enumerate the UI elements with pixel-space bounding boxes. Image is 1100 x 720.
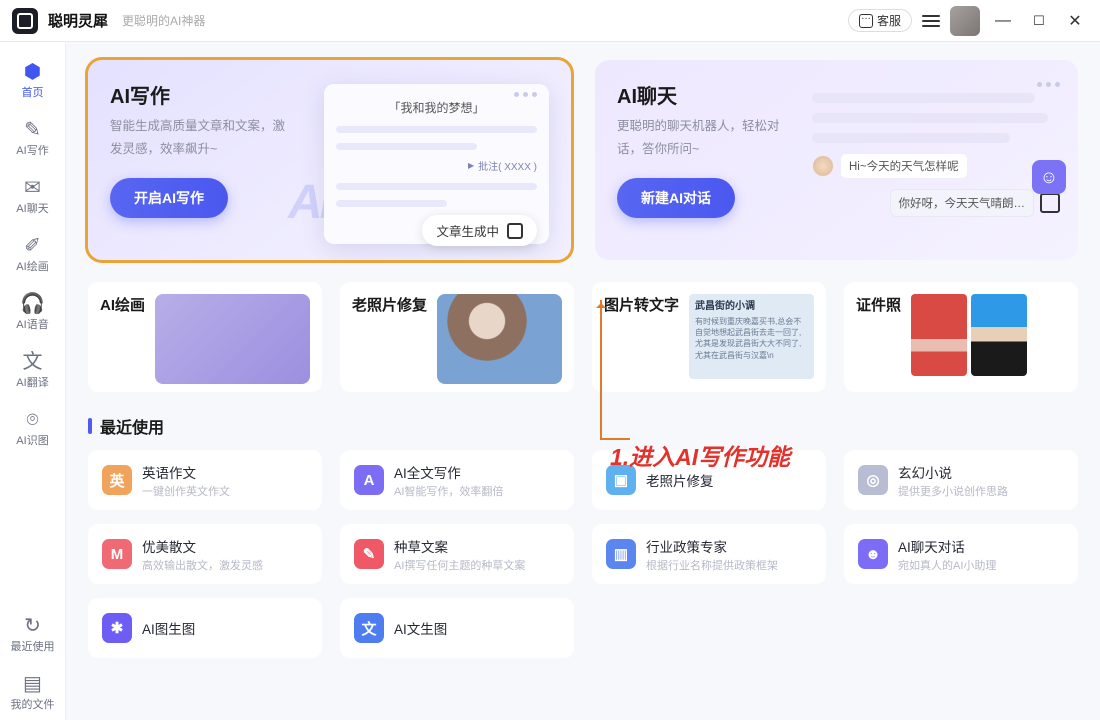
chat-bubble-ai: 你好呀，今天天气晴朗… [890, 189, 1061, 217]
ocr-thumb: 武昌街的小调有时候到重庆晚嘉买书,总会不自觉地想起武昌街去走一回了,尤其是发现武… [689, 294, 814, 379]
recent-header: 最近使用 [88, 414, 1078, 438]
recent-icon: ✱ [102, 613, 132, 643]
recent-card[interactable]: ▥ 行业政策专家 根据行业名称提供政策框架 [592, 524, 826, 584]
recent-icon: A [354, 465, 384, 495]
feather-icon: ✎ [24, 120, 41, 140]
card-ai-write[interactable]: AI写作 智能生成高质量文章和文案，激发灵感，效率飙升~ 开启AI写作 AI 「… [88, 60, 571, 260]
sidebar-item-home[interactable]: ⬢首页 [3, 54, 63, 108]
recent-title: AI图生图 [142, 618, 195, 638]
sidebar-item-voice[interactable]: 🎧AI语音 [3, 286, 63, 340]
annotation-label: 1.进入AI写作功能 [610, 438, 790, 472]
recent-icon: ▥ [606, 539, 636, 569]
recent-icon: ◎ [858, 465, 888, 495]
recent-sub: 一键创作英文作文 [142, 483, 230, 499]
sidebar-item-translate[interactable]: 文AI翻译 [3, 344, 63, 398]
sidebar-item-chat[interactable]: ✉AI聊天 [3, 170, 63, 224]
folder-icon: ▤ [23, 674, 42, 694]
recent-title: AI文生图 [394, 618, 447, 638]
recent-icon: M [102, 539, 132, 569]
scan-icon: ⌾ [27, 410, 39, 430]
recent-title: 英语作文 [142, 462, 230, 482]
recent-card[interactable]: ◎ 玄幻小说 提供更多小说创作思路 [844, 450, 1078, 510]
home-icon: ⬢ [24, 62, 41, 82]
recent-sub: 高效输出散文，激发灵感 [142, 557, 263, 573]
chat-desc: 更聪明的聊天机器人，轻松对话，答你所问~ [617, 115, 802, 160]
new-chat-button[interactable]: 新建AI对话 [617, 178, 735, 218]
recent-sub: 宛如真人的AI小助理 [898, 557, 996, 573]
app-logo [12, 8, 38, 34]
menu-button[interactable] [922, 11, 940, 31]
recent-sub: 提供更多小说创作思路 [898, 483, 1008, 499]
recent-card[interactable]: ☻ AI聊天对话 宛如真人的AI小助理 [844, 524, 1078, 584]
recent-card[interactable]: ✱ AI图生图 [88, 598, 322, 658]
chat-icon [859, 14, 873, 28]
start-write-button[interactable]: 开启AI写作 [110, 178, 228, 218]
sidebar-item-recent[interactable]: ↻最近使用 [3, 608, 63, 662]
recent-card[interactable]: 英 英语作文 一键创作英文作文 [88, 450, 322, 510]
id-thumb [911, 294, 1027, 384]
tile-id-photo[interactable]: 证件照 [844, 282, 1078, 392]
recent-title: 玄幻小说 [898, 462, 1008, 482]
recent-card[interactable]: ✎ 种草文案 AI撰写任何主题的种草文案 [340, 524, 574, 584]
sidebar-item-draw[interactable]: ✐AI绘画 [3, 228, 63, 282]
close-button[interactable]: ✕ [1062, 11, 1088, 31]
smile-icon [1032, 160, 1066, 194]
recent-card[interactable]: M 优美散文 高效输出散文，激发灵感 [88, 524, 322, 584]
recent-title: 老照片修复 [646, 470, 714, 490]
cs-label: 客服 [877, 12, 901, 29]
history-icon: ↻ [24, 616, 41, 636]
translate-icon: 文 [23, 352, 43, 372]
annotation-arrow [600, 300, 602, 440]
chat-icon: ✉ [24, 178, 41, 198]
draw-thumb [155, 294, 310, 384]
recent-title: AI全文写作 [394, 462, 503, 482]
sidebar-item-write[interactable]: ✎AI写作 [3, 112, 63, 166]
logo-mini-icon [1040, 193, 1060, 213]
tile-photo-restore[interactable]: 老照片修复 [340, 282, 574, 392]
avatar[interactable] [950, 6, 980, 36]
recent-sub: AI撰写任何主题的种草文案 [394, 557, 525, 573]
recent-card[interactable]: A AI全文写作 AI智能写作，效率翻倍 [340, 450, 574, 510]
sidebar-item-ocr[interactable]: ⌾AI识图 [3, 402, 63, 456]
chat-bubble-user: Hi~今天的天气怎样呢 [812, 153, 1060, 179]
photo-thumb [437, 294, 562, 384]
recent-sub: AI智能写作，效率翻倍 [394, 483, 503, 499]
app-tagline: 更聪明的AI神器 [122, 12, 205, 29]
recent-sub: 根据行业名称提供政策框架 [646, 557, 778, 573]
titlebar: 聪明灵犀 更聪明的AI神器 客服 — ☐ ✕ [0, 0, 1100, 42]
sidebar-item-files[interactable]: ▤我的文件 [3, 666, 63, 720]
app-name: 聪明灵犀 [48, 10, 108, 31]
write-desc: 智能生成高质量文章和文案，激发灵感，效率飙升~ [110, 115, 295, 160]
preview-title: 「我和我的梦想」 [336, 99, 537, 116]
tile-ai-draw[interactable]: AI绘画 [88, 282, 322, 392]
generating-pill: 文章生成中 [422, 215, 537, 246]
preview-note: 批注( XXXX ) [336, 158, 537, 173]
recent-title: 种草文案 [394, 536, 525, 556]
headphone-icon: 🎧 [20, 294, 45, 314]
brush-icon: ✐ [24, 236, 41, 256]
recent-icon: 文 [354, 613, 384, 643]
recent-title: AI聊天对话 [898, 536, 996, 556]
maximize-button[interactable]: ☐ [1026, 13, 1052, 29]
recent-title: 优美散文 [142, 536, 263, 556]
recent-icon: 英 [102, 465, 132, 495]
recent-card[interactable]: 文 AI文生图 [340, 598, 574, 658]
tile-ocr[interactable]: 图片转文字 武昌街的小调有时候到重庆晚嘉买书,总会不自觉地想起武昌街去走一回了,… [592, 282, 826, 392]
main-content: AI写作 智能生成高质量文章和文案，激发灵感，效率飙升~ 开启AI写作 AI 「… [66, 42, 1100, 720]
recent-icon: ☻ [858, 539, 888, 569]
minimize-button[interactable]: — [990, 12, 1016, 30]
recent-title: 行业政策专家 [646, 536, 778, 556]
card-ai-chat[interactable]: AI聊天 更聪明的聊天机器人，轻松对话，答你所问~ 新建AI对话 Hi~今天的天… [595, 60, 1078, 260]
sidebar: ⬢首页 ✎AI写作 ✉AI聊天 ✐AI绘画 🎧AI语音 文AI翻译 ⌾AI识图 … [0, 42, 66, 720]
user-avatar-icon [812, 155, 834, 177]
recent-icon: ✎ [354, 539, 384, 569]
logo-mini-icon [507, 223, 523, 239]
customer-service-button[interactable]: 客服 [848, 9, 912, 32]
